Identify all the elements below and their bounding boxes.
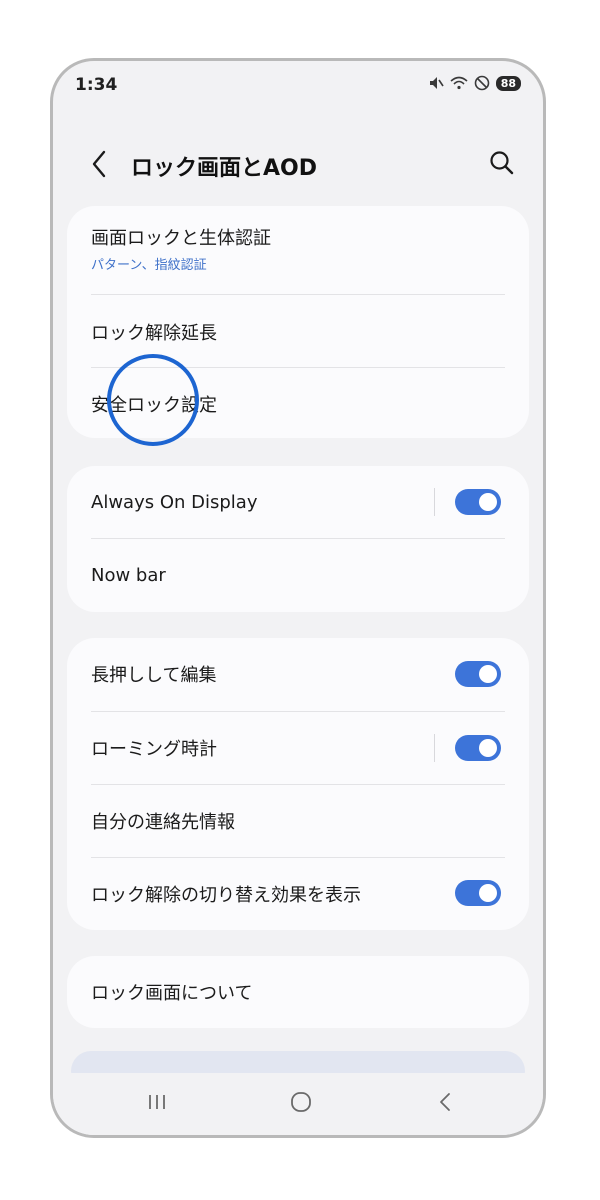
settings-group-security: 画面ロックと生体認証 パターン、指紋認証 ロック解除延長 安全ロック設定 <box>67 206 529 438</box>
long-press-edit-item[interactable]: 長押しして編集 <box>91 638 505 710</box>
settings-group-aod: Always On Display Now bar <box>67 466 529 612</box>
search-icon[interactable] <box>487 148 517 178</box>
chevron-left-icon[interactable] <box>87 146 111 182</box>
screen-lock-biometrics-item[interactable]: 画面ロックと生体認証 パターン、指紋認証 <box>91 224 505 280</box>
wifi-icon <box>450 76 468 90</box>
screen-lock-biometrics-sub: パターン、指紋認証 <box>91 258 207 273</box>
settings-group-about: ロック画面について <box>67 956 529 1028</box>
long-press-edit-label: 長押しして編集 <box>91 665 217 686</box>
long-press-edit-toggle[interactable] <box>455 661 501 687</box>
roaming-clock-toggle[interactable] <box>455 735 501 761</box>
screen-lock-biometrics-label: 画面ロックと生体認証 <box>91 228 271 249</box>
status-time: 1:34 <box>75 75 118 95</box>
back-icon[interactable] <box>425 1087 465 1117</box>
contact-info-item[interactable]: 自分の連絡先情報 <box>91 785 505 857</box>
secure-lock-settings-item[interactable]: 安全ロック設定 <box>91 368 505 440</box>
status-icons: 88 <box>428 75 521 91</box>
mute-icon <box>429 77 444 89</box>
status-bar: 1:34 88 <box>53 61 543 111</box>
about-lock-screen-label: ロック画面について <box>91 983 253 1004</box>
lock-extension-label: ロック解除延長 <box>91 323 217 344</box>
always-on-display-item[interactable]: Always On Display <box>91 466 505 538</box>
roaming-clock-label: ローミング時計 <box>91 739 217 760</box>
settings-group-display: 長押しして編集 ローミング時計 自分の連絡先情報 ロック解除の切り替え効果を表示 <box>67 638 529 930</box>
now-bar-item[interactable]: Now bar <box>91 539 505 611</box>
page-title: ロック画面とAOD <box>131 156 317 181</box>
separator <box>434 488 435 516</box>
unlock-transition-item[interactable]: ロック解除の切り替え効果を表示 <box>91 858 505 930</box>
unlock-transition-toggle[interactable] <box>455 880 501 906</box>
roaming-clock-item[interactable]: ローミング時計 <box>91 712 505 784</box>
home-icon[interactable] <box>281 1087 321 1117</box>
dnd-icon <box>474 75 489 91</box>
recent-apps-icon[interactable] <box>137 1087 177 1117</box>
unlock-transition-label: ロック解除の切り替え効果を表示 <box>91 885 361 906</box>
phone-frame: 1:34 88 ロック画面とAOD 画面ロックと生体認証 パターン、指紋認証 ロ… <box>50 58 546 1138</box>
battery-icon: 88 <box>495 75 521 91</box>
separator <box>434 734 435 762</box>
divider <box>91 294 505 295</box>
header: ロック画面とAOD <box>53 136 543 196</box>
contact-info-label: 自分の連絡先情報 <box>91 812 235 833</box>
lock-extension-item[interactable]: ロック解除延長 <box>91 296 505 368</box>
now-bar-label: Now bar <box>91 564 166 586</box>
always-on-display-label: Always On Display <box>91 491 258 513</box>
navigation-bar <box>53 1073 543 1135</box>
about-lock-screen-item[interactable]: ロック画面について <box>91 956 505 1028</box>
secure-lock-settings-label: 安全ロック設定 <box>91 395 217 416</box>
always-on-display-toggle[interactable] <box>455 489 501 515</box>
